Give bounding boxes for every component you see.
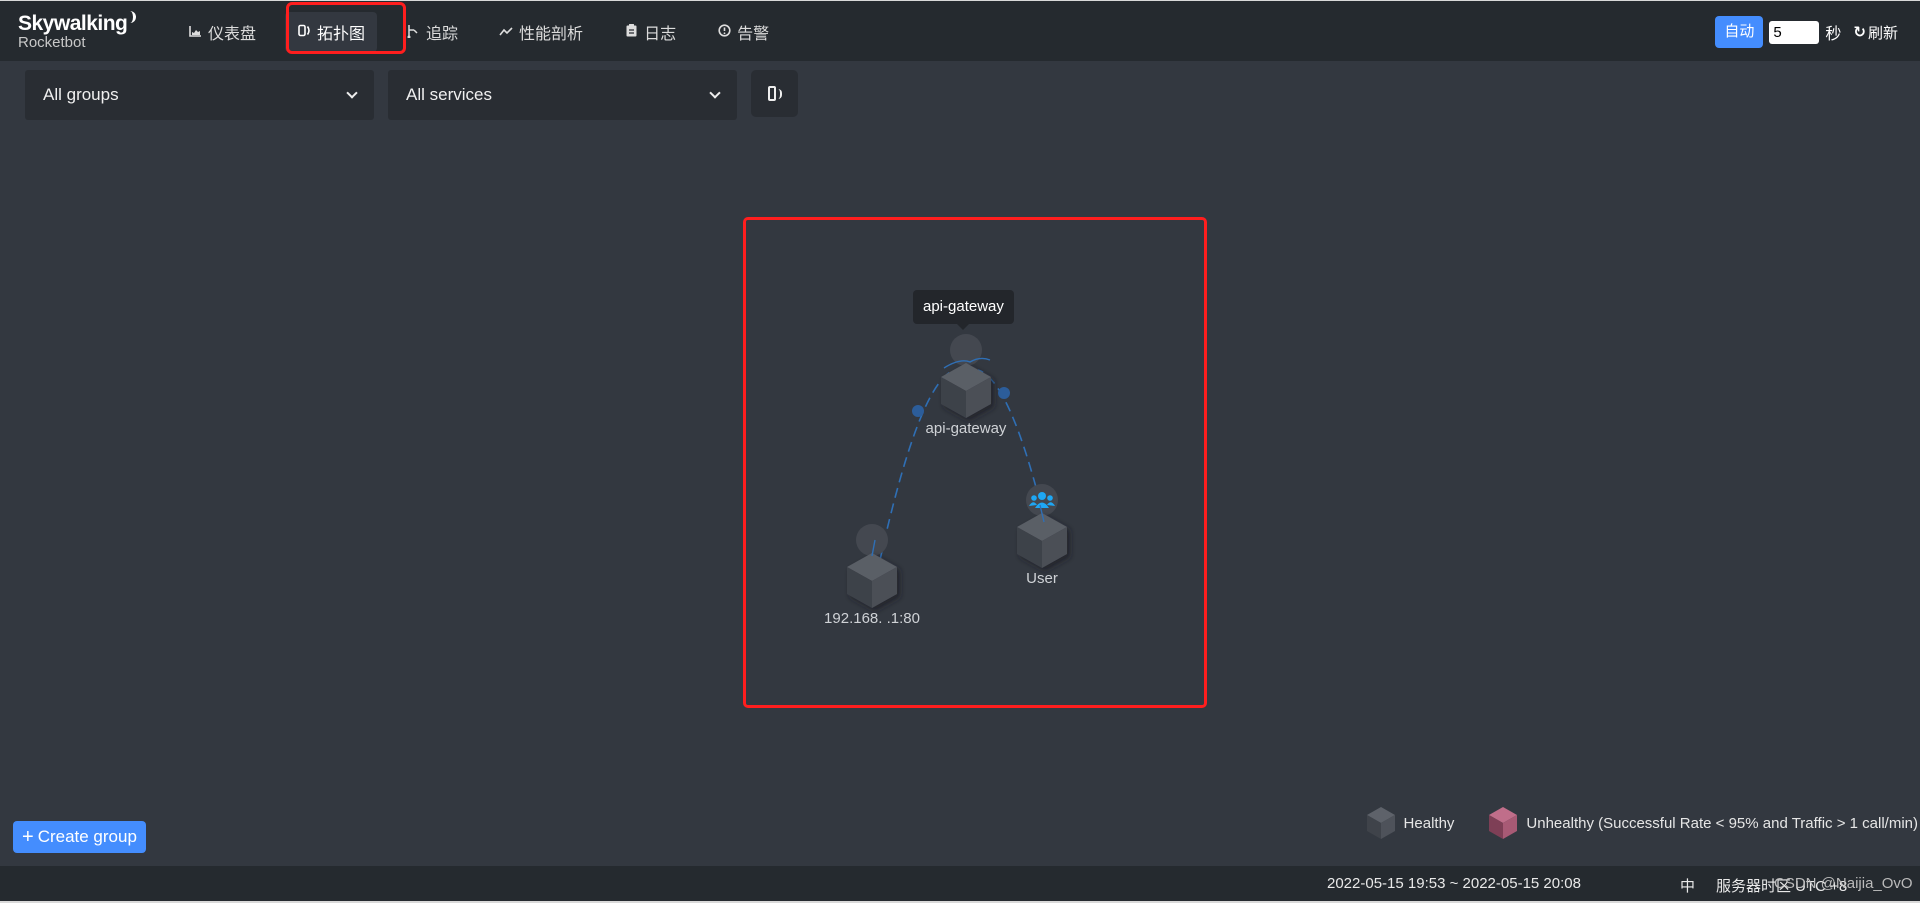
- healthy-cube-icon: [1366, 807, 1395, 839]
- edge-metric-dot[interactable]: [998, 387, 1010, 399]
- language-toggle[interactable]: 中: [1680, 875, 1695, 896]
- node-user[interactable]: [1017, 484, 1067, 568]
- healthy-cube-icon: [941, 363, 991, 418]
- node-backend[interactable]: [847, 524, 897, 608]
- health-legend: Healthy Unhealthy (Successful Rate < 95%…: [1342, 806, 1918, 840]
- node-label-backend[interactable]: 192.168. .1:80: [824, 610, 920, 627]
- plus-icon: +: [22, 826, 34, 848]
- time-range[interactable]: 2022-05-15 19:53 ~ 2022-05-15 20:08: [1327, 875, 1581, 892]
- edge-metric-dot[interactable]: [912, 405, 924, 417]
- watermark: CSDN @Naijia_OvO: [1774, 875, 1913, 892]
- node-pin: [856, 524, 888, 556]
- node-label-api-gateway[interactable]: api-gateway: [926, 420, 1007, 437]
- healthy-cube-icon: [847, 553, 897, 608]
- create-group-label: Create group: [37, 827, 137, 846]
- legend-healthy: Healthy: [1366, 806, 1455, 840]
- legend-healthy-label: Healthy: [1403, 814, 1455, 832]
- create-group-button[interactable]: + Create group: [13, 821, 146, 853]
- healthy-cube-icon: [1017, 513, 1067, 568]
- node-api-gateway[interactable]: [941, 334, 991, 418]
- legend-unhealthy: Unhealthy (Successful Rate < 95% and Tra…: [1488, 806, 1918, 840]
- topology-graph: [847, 334, 1067, 608]
- node-label-user[interactable]: User: [1026, 570, 1058, 587]
- node-tooltip: api-gateway: [913, 290, 1014, 330]
- legend-unhealthy-label: Unhealthy (Successful Rate < 95% and Tra…: [1526, 814, 1918, 832]
- unhealthy-cube-icon: [1489, 807, 1518, 839]
- footer-bar: 2022-05-15 19:53 ~ 2022-05-15 20:08 中 服务…: [0, 866, 1920, 901]
